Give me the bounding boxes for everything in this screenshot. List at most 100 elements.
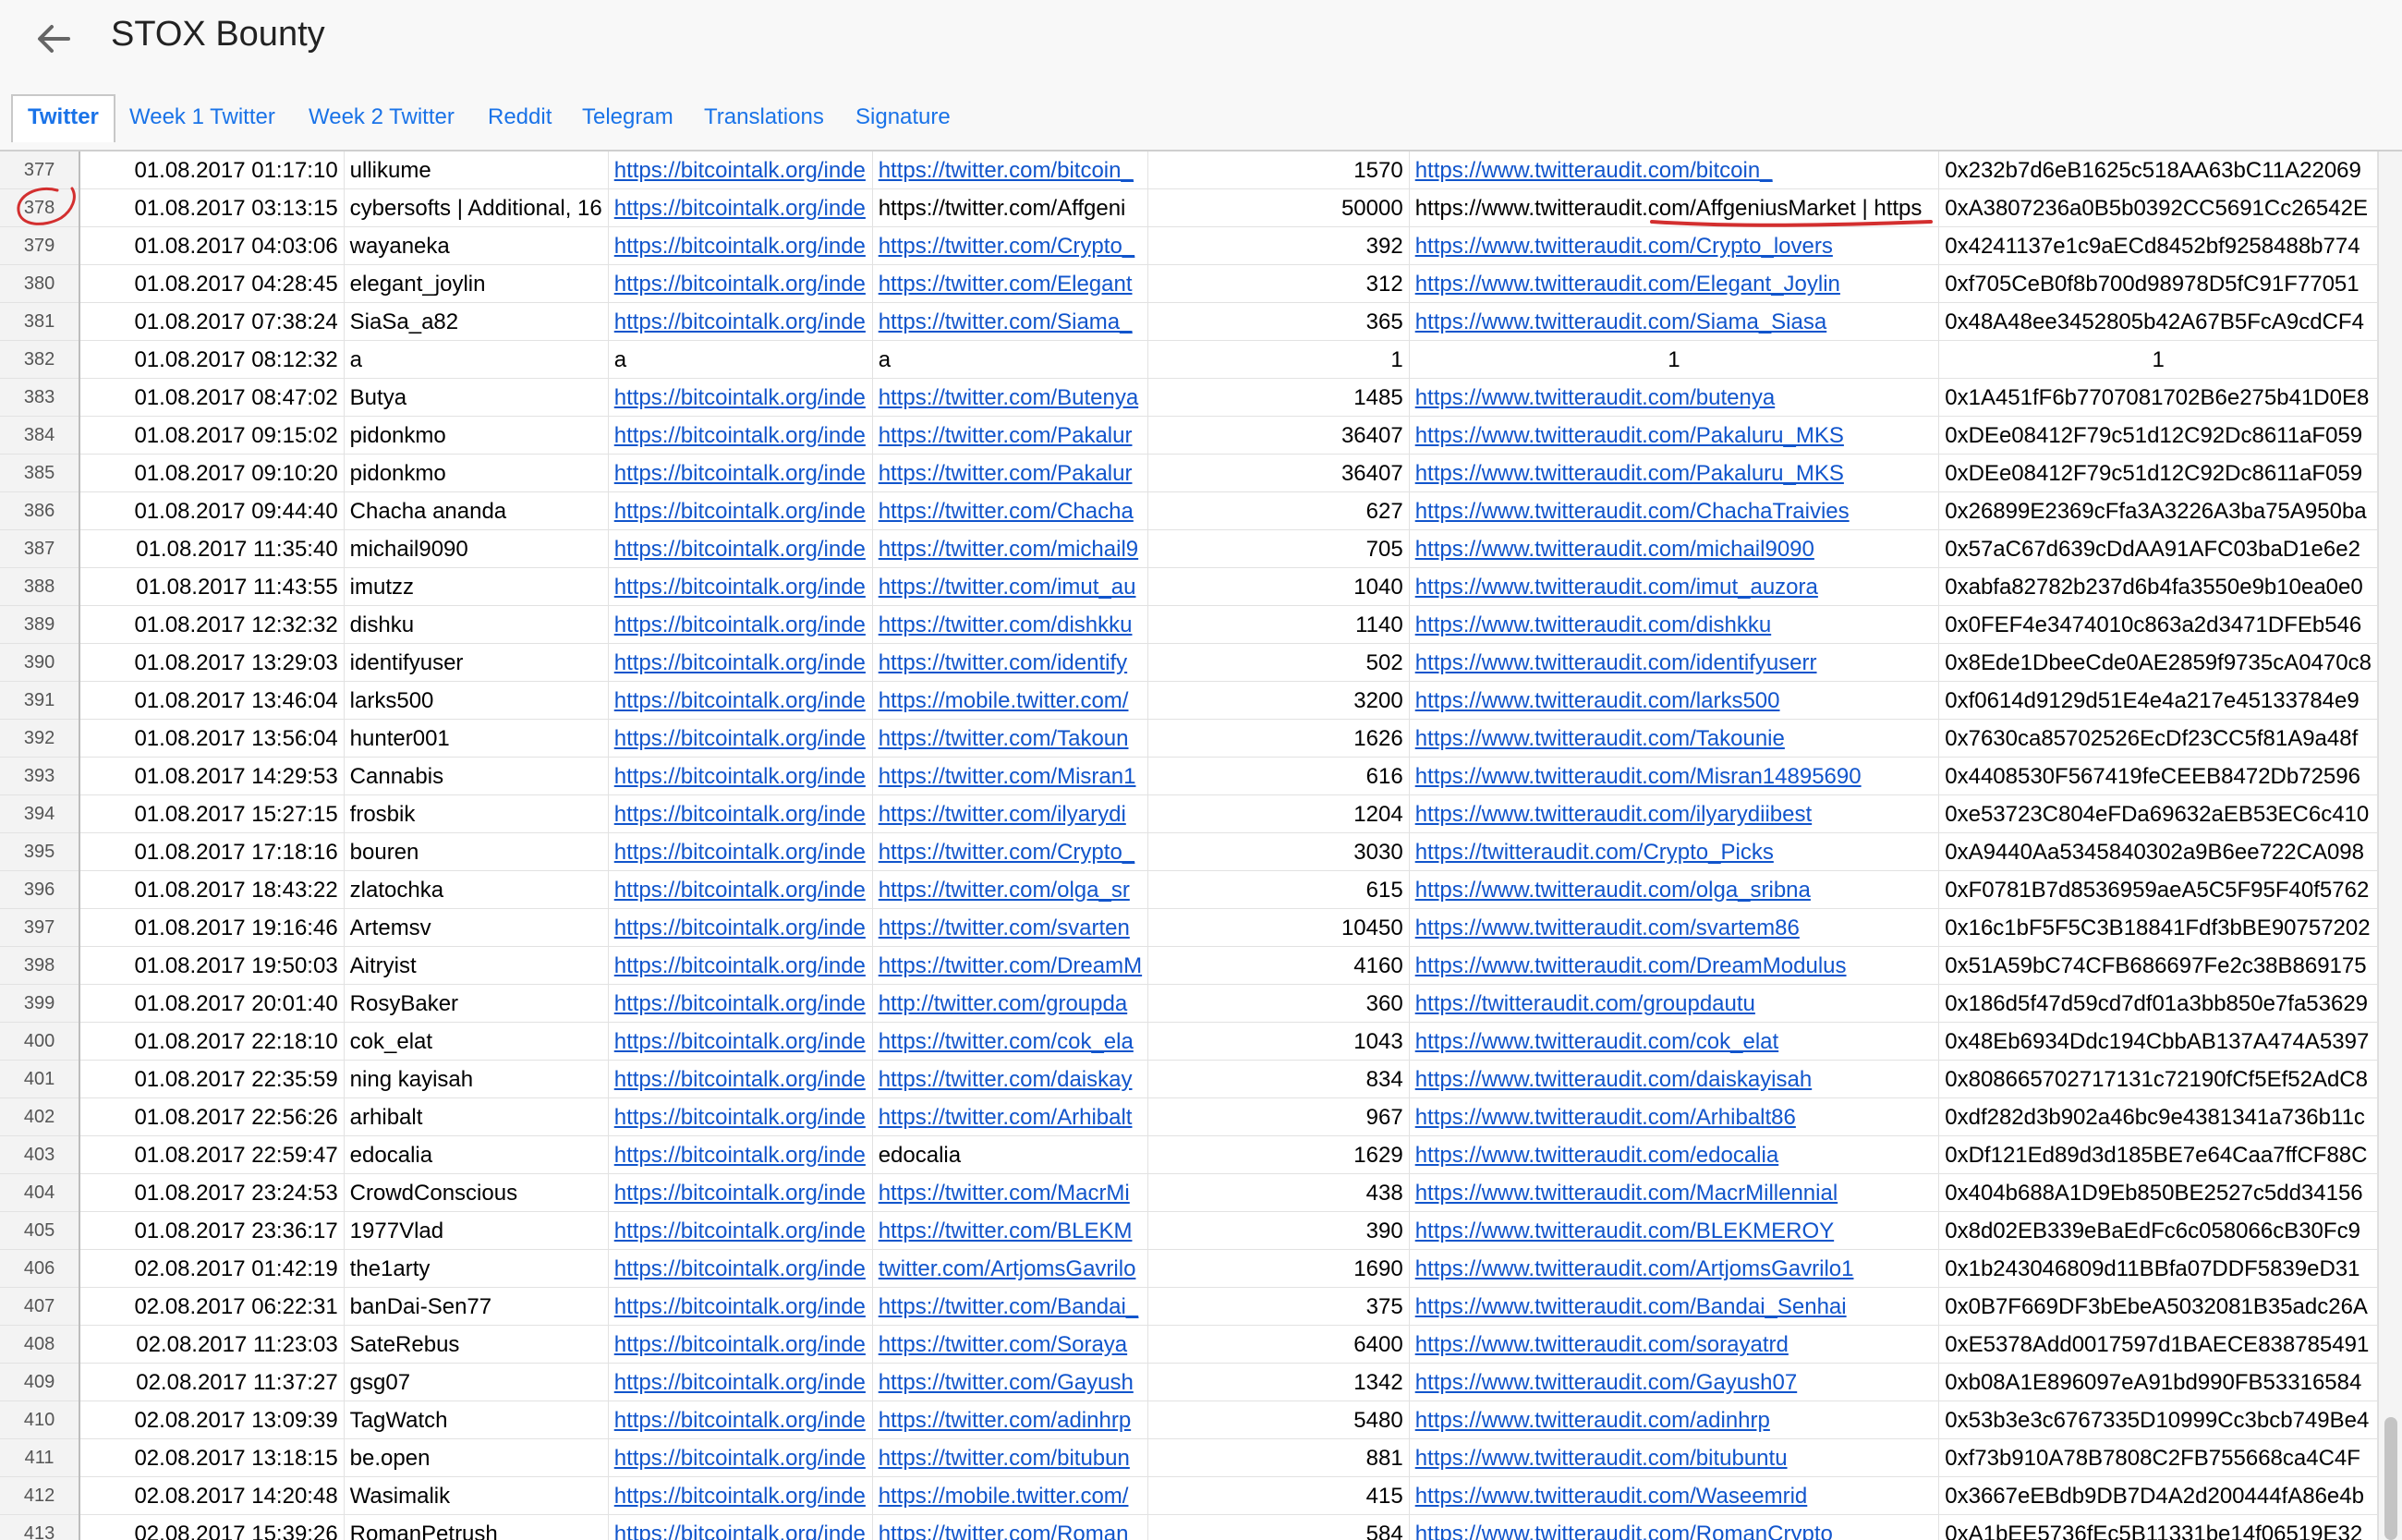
profile-link-cell[interactable]: https://bitcointalk.org/inde	[608, 1060, 873, 1098]
row-number[interactable]: 410	[0, 1401, 81, 1439]
table-row[interactable]: 400 01.08.2017 22:18:10 cok_elat https://bi…	[0, 1022, 2378, 1061]
timestamp-cell[interactable]: 01.08.2017 23:36:17	[79, 1211, 345, 1250]
followers-cell[interactable]: 1570	[1147, 152, 1410, 189]
timestamp-cell[interactable]: 02.08.2017 13:18:15	[79, 1438, 345, 1477]
timestamp-cell[interactable]: 01.08.2017 04:03:06	[79, 226, 345, 265]
hyperlink[interactable]: https://twitter.com/adinhrp	[879, 1408, 1131, 1433]
profile-link-cell[interactable]: https://bitcointalk.org/inde	[608, 794, 873, 833]
audit-link-cell[interactable]: https://www.twitteraudit.com/RomanCrypto	[1409, 1514, 1940, 1540]
wallet-cell[interactable]: 0x808665702717131c72190fCf5Ef52AdC8	[1938, 1060, 2378, 1098]
timestamp-cell[interactable]: 01.08.2017 13:56:04	[79, 719, 345, 758]
username-cell[interactable]: bouren	[344, 832, 609, 871]
table-row[interactable]: 401 01.08.2017 22:35:59 ning kayisah https:…	[0, 1060, 2378, 1098]
followers-cell[interactable]: 502	[1147, 643, 1410, 682]
username-cell[interactable]: banDai-Sen77	[344, 1287, 609, 1326]
username-cell[interactable]: be.open	[344, 1438, 609, 1477]
timestamp-cell[interactable]: 02.08.2017 06:22:31	[79, 1287, 345, 1326]
twitter-link-cell[interactable]: https://twitter.com/bitcoin_	[872, 152, 1149, 189]
row-number[interactable]: 402	[0, 1097, 81, 1136]
wallet-cell[interactable]: 0x1b243046809d11BBfa07DDF5839eD31	[1938, 1249, 2378, 1288]
hyperlink[interactable]: https://bitcointalk.org/inde	[614, 1294, 866, 1319]
hyperlink[interactable]: https://twitter.com/Takoun	[879, 726, 1129, 751]
twitter-link-cell[interactable]: https://twitter.com/Crypto_	[872, 832, 1149, 871]
profile-link-cell[interactable]: https://bitcointalk.org/inde	[608, 1514, 873, 1540]
row-number[interactable]: 400	[0, 1022, 81, 1061]
followers-cell[interactable]: 36407	[1147, 454, 1410, 492]
hyperlink[interactable]: https://www.twitteraudit.com/Takounie	[1415, 726, 1785, 751]
twitter-link-cell[interactable]: https://twitter.com/Takoun	[872, 719, 1149, 758]
profile-link-cell[interactable]: https://bitcointalk.org/inde	[608, 719, 873, 758]
row-number[interactable]: 379	[0, 226, 81, 265]
table-row[interactable]: 411 02.08.2017 13:18:15 be.open https://bit…	[0, 1438, 2378, 1477]
followers-cell[interactable]: 1626	[1147, 719, 1410, 758]
hyperlink[interactable]: https://bitcointalk.org/inde	[614, 1332, 866, 1357]
row-number[interactable]: 393	[0, 757, 81, 795]
row-number[interactable]: 383	[0, 378, 81, 417]
username-cell[interactable]: the1arty	[344, 1249, 609, 1288]
profile-link-cell[interactable]: https://bitcointalk.org/inde	[608, 605, 873, 644]
hyperlink[interactable]: https://twitter.com/bitcoin_	[879, 158, 1134, 183]
tab-reddit[interactable]: Reddit	[484, 96, 555, 139]
profile-link-cell[interactable]: https://bitcointalk.org/inde	[608, 188, 873, 227]
wallet-cell[interactable]: 1	[1938, 340, 2378, 379]
twitter-link-cell[interactable]: https://twitter.com/cok_ela	[872, 1022, 1149, 1061]
table-row[interactable]: 386 01.08.2017 09:44:40 Chacha ananda https…	[0, 491, 2378, 530]
table-row[interactable]: 381 01.08.2017 07:38:24 SiaSa_a82 https://b…	[0, 302, 2378, 341]
wallet-cell[interactable]: 0x8d02EB339eBaEdFc6c058066cB30Fc9	[1938, 1211, 2378, 1250]
followers-cell[interactable]: 3030	[1147, 832, 1410, 871]
followers-cell[interactable]: 1	[1147, 340, 1410, 379]
wallet-cell[interactable]: 0xF0781B7d8536959aeA5C5F95F40f5762	[1938, 870, 2378, 909]
audit-link-cell[interactable]: https://www.twitteraudit.com/dishkku	[1409, 605, 1940, 644]
row-number[interactable]: 384	[0, 416, 81, 455]
wallet-cell[interactable]: 0x53b3e3c6767335D10999Cc3bcb749Be4	[1938, 1401, 2378, 1439]
username-cell[interactable]: SateRebus	[344, 1325, 609, 1364]
username-cell[interactable]: frosbik	[344, 794, 609, 833]
hyperlink[interactable]: https://twitter.com/Misran1	[879, 764, 1136, 789]
username-cell[interactable]: imutzz	[344, 567, 609, 606]
timestamp-cell[interactable]: 01.08.2017 13:29:03	[79, 643, 345, 682]
twitter-link-cell[interactable]: https://twitter.com/ilyarydi	[872, 794, 1149, 833]
hyperlink[interactable]: https://twitter.com/bitubun	[879, 1446, 1130, 1471]
audit-link-cell[interactable]: https://www.twitteraudit.com/Siama_Siasa	[1409, 302, 1940, 341]
timestamp-cell[interactable]: 02.08.2017 15:39:26	[79, 1514, 345, 1540]
twitter-link-cell[interactable]: https://twitter.com/dishkku	[872, 605, 1149, 644]
audit-link-cell[interactable]: https://www.twitteraudit.com/Takounie	[1409, 719, 1940, 758]
profile-link-cell[interactable]: https://bitcointalk.org/inde	[608, 757, 873, 795]
hyperlink[interactable]: https://twitter.com/daiskay	[879, 1067, 1133, 1092]
table-row[interactable]: 382 01.08.2017 08:12:32 a a a 1 1 1	[0, 340, 2378, 379]
wallet-cell[interactable]: 0xA9440Aa5345840302a9B6ee722CA098	[1938, 832, 2378, 871]
username-cell[interactable]: 1977Vlad	[344, 1211, 609, 1250]
username-cell[interactable]: arhibalt	[344, 1097, 609, 1136]
table-row[interactable]: 384 01.08.2017 09:15:02 pidonkmo https://bi…	[0, 416, 2378, 455]
hyperlink[interactable]: https://twitteraudit.com/groupdautu	[1415, 991, 1755, 1016]
twitter-link-cell[interactable]: https://twitter.com/Pakalur	[872, 416, 1149, 455]
hyperlink[interactable]: https://twitter.com/Elegant	[879, 272, 1133, 297]
table-row[interactable]: 380 01.08.2017 04:28:45 elegant_joylin http…	[0, 264, 2378, 303]
followers-cell[interactable]: 312	[1147, 264, 1410, 303]
hyperlink[interactable]: https://www.twitteraudit.com/Misran14895…	[1415, 764, 1862, 789]
hyperlink[interactable]: https://bitcointalk.org/inde	[614, 1143, 866, 1168]
audit-link-cell[interactable]: https://www.twitteraudit.com/Arhibalt86	[1409, 1097, 1940, 1136]
table-row[interactable]: 388 01.08.2017 11:43:55 imutzz https://bitc…	[0, 567, 2378, 606]
hyperlink[interactable]: https://www.twitteraudit.com/butenya	[1415, 385, 1776, 410]
row-number[interactable]: 411	[0, 1438, 81, 1477]
wallet-cell[interactable]: 0x16c1bF5F5C3B18841Fdf3bBE90757202	[1938, 908, 2378, 947]
row-number[interactable]: 390	[0, 643, 81, 682]
twitter-link-cell[interactable]: https://twitter.com/Soraya	[872, 1325, 1149, 1364]
hyperlink[interactable]: https://bitcointalk.org/inde	[614, 575, 866, 600]
table-row[interactable]: 378 01.08.2017 03:13:15 cybersofts | Addit…	[0, 188, 2378, 227]
twitter-link-cell[interactable]: https://twitter.com/Crypto_	[872, 226, 1149, 265]
timestamp-cell[interactable]: 01.08.2017 11:35:40	[79, 529, 345, 568]
followers-cell[interactable]: 834	[1147, 1060, 1410, 1098]
table-row[interactable]: 413 02.08.2017 15:39:26 RomanPetrush https:…	[0, 1514, 2378, 1540]
timestamp-cell[interactable]: 01.08.2017 11:43:55	[79, 567, 345, 606]
followers-cell[interactable]: 1690	[1147, 1249, 1410, 1288]
timestamp-cell[interactable]: 01.08.2017 22:18:10	[79, 1022, 345, 1061]
twitter-link-cell[interactable]: https://twitter.com/MacrMi	[872, 1173, 1149, 1212]
table-row[interactable]: 407 02.08.2017 06:22:31 banDai-Sen77 https:…	[0, 1287, 2378, 1326]
hyperlink[interactable]: https://www.twitteraudit.com/Siama_Siasa	[1415, 309, 1827, 334]
wallet-cell[interactable]: 0xf0614d9129d51E4e4a217e45133784e9	[1938, 681, 2378, 720]
wallet-cell[interactable]: 0xDf121Ed89d3d185BE7e64Caa7ffCF88C	[1938, 1135, 2378, 1174]
hyperlink[interactable]: https://bitcointalk.org/inde	[614, 234, 866, 259]
twitter-link-cell[interactable]: https://twitter.com/adinhrp	[872, 1401, 1149, 1439]
